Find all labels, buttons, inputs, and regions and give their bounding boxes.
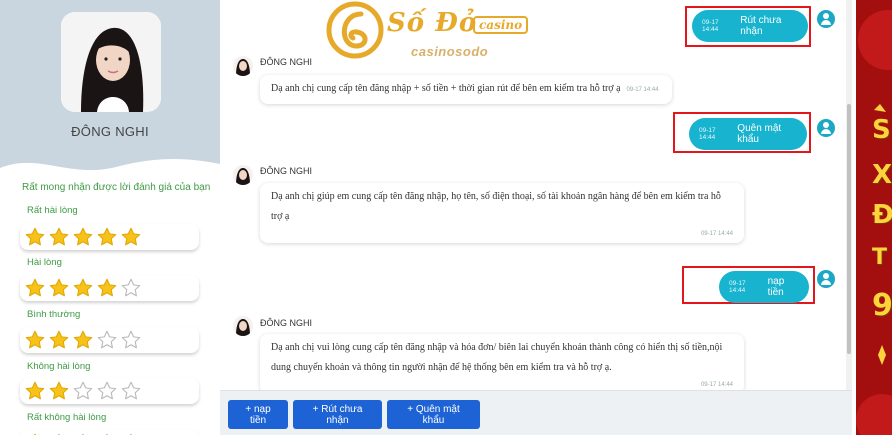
message-sender: ĐÔNG NGHI [260, 57, 313, 67]
star-filled-icon[interactable] [96, 226, 118, 248]
star-filled-icon[interactable] [24, 380, 46, 402]
banner-letter-d: Đ [872, 200, 892, 230]
banner-digit: 9 [872, 288, 892, 323]
logo-emblem-icon [326, 1, 384, 59]
agent-message: Dạ anh chị vui lòng cung cấp tên đăng nh… [260, 334, 744, 394]
rating-option-satisfied[interactable] [20, 275, 199, 301]
chat-window: ĐÔNG NGHI Rất mong nhận được lời đánh gi… [0, 0, 892, 435]
star-filled-icon[interactable] [24, 226, 46, 248]
user-avatar-icon [817, 119, 835, 137]
star-empty-icon[interactable] [120, 380, 142, 402]
quick-reply-forgot-password-button[interactable]: + Quên mật khẩu [387, 400, 480, 429]
agent-photo [61, 12, 161, 112]
star-empty-icon[interactable] [120, 277, 142, 299]
rating-label-very-unsatisfied: Rất không hài lòng [27, 412, 107, 423]
agent-avatar-icon [233, 165, 253, 185]
chat-panel: Số Đỏ casino casinosodo 09-17 14:44 Rút … [220, 0, 852, 435]
logo-badge: casino [473, 16, 529, 34]
star-filled-icon[interactable] [48, 329, 70, 351]
banner-letter-x: X [872, 160, 892, 190]
message-time: 09-17 14:44 [729, 280, 746, 294]
message-text: Dạ anh chị vui lòng cung cấp tên đăng nh… [271, 342, 723, 373]
message-time: 09-17 14:44 [700, 382, 733, 388]
user-message: 09-17 14:44 nạp tiền [719, 271, 809, 303]
rating-label-unsatisfied: Không hài lòng [27, 361, 91, 372]
agent-avatar-icon [233, 316, 253, 336]
star-filled-icon[interactable] [48, 277, 70, 299]
message-time: 09-17 14:44 [700, 231, 733, 237]
star-filled-icon[interactable] [72, 329, 94, 351]
message-time: 09-17 14:44 [626, 87, 659, 93]
message-sender: ĐÔNG NGHI [260, 318, 313, 328]
rating-label-neutral: Bình thường [27, 309, 81, 320]
quick-reply-withdraw-button[interactable]: + Rút chưa nhận [293, 400, 382, 429]
message-text: Quên mật khẩu [737, 123, 782, 145]
chat-scrollbar-thumb[interactable] [847, 104, 851, 354]
star-filled-icon[interactable] [24, 329, 46, 351]
banner-letter-t: T [872, 245, 888, 270]
quick-reply-deposit-button[interactable]: + nạp tiền [228, 400, 288, 429]
message-text: Dạ anh chị giúp em cung cấp tên đăng nhậ… [271, 191, 721, 222]
star-filled-icon[interactable] [120, 226, 142, 248]
star-filled-icon[interactable] [72, 277, 94, 299]
rating-option-unsatisfied[interactable] [20, 378, 199, 404]
agent-avatar-icon [233, 56, 253, 76]
star-filled-icon[interactable] [24, 277, 46, 299]
message-text: nạp tiền [767, 276, 785, 298]
user-avatar-icon [817, 270, 835, 288]
user-avatar-icon [817, 10, 835, 28]
message-time: 09-17 14:44 [702, 19, 719, 33]
rating-prompt: Rất mong nhận được lời đánh giá của bạn [22, 182, 211, 193]
agent-card: ĐÔNG NGHI [0, 0, 220, 175]
quick-reply-bar: + nạp tiền + Rút chưa nhận + Quên mật kh… [220, 390, 852, 435]
rating-panel: Rất mong nhận được lời đánh giá của bạn … [0, 176, 220, 435]
agent-message: Dạ anh chị cung cấp tên đăng nhập + số t… [260, 75, 672, 104]
rating-label-satisfied: Hài lòng [27, 257, 62, 268]
star-empty-icon[interactable] [96, 380, 118, 402]
agent-name: ĐÔNG NGHI [71, 124, 149, 139]
star-filled-icon[interactable] [96, 277, 118, 299]
star-filled-icon[interactable] [72, 226, 94, 248]
rating-option-very-satisfied[interactable] [20, 224, 199, 250]
user-message: 09-17 14:44 Rút chưa nhận [692, 10, 808, 42]
star-filled-icon[interactable] [48, 380, 70, 402]
rating-option-very-unsatisfied[interactable] [20, 430, 199, 435]
agent-sidebar: ĐÔNG NGHI Rất mong nhận được lời đánh gi… [0, 0, 220, 435]
message-sender: ĐÔNG NGHI [260, 166, 313, 176]
message-text: Rút chưa nhận [740, 15, 782, 37]
user-message: 09-17 14:44 Quên mật khẩu [689, 118, 807, 150]
banner-letter-s: S [872, 115, 891, 145]
star-empty-icon[interactable] [120, 329, 142, 351]
star-empty-icon[interactable] [72, 380, 94, 402]
agent-message: Dạ anh chị giúp em cung cấp tên đăng nhậ… [260, 183, 744, 243]
logo-subtitle: casinosodo [411, 44, 489, 59]
casino-logo: Số Đỏ casino casinosodo [323, 0, 563, 64]
rating-label-very-satisfied: Rất hài lòng [27, 205, 78, 216]
promo-banner[interactable]: S X Đ T 9 [852, 0, 892, 435]
logo-title: Số Đỏ [387, 8, 478, 38]
star-empty-icon[interactable] [96, 329, 118, 351]
message-text: Dạ anh chị cung cấp tên đăng nhập + số t… [271, 83, 621, 94]
rating-option-neutral[interactable] [20, 327, 199, 353]
star-filled-icon[interactable] [48, 226, 70, 248]
message-time: 09-17 14:44 [699, 127, 716, 141]
